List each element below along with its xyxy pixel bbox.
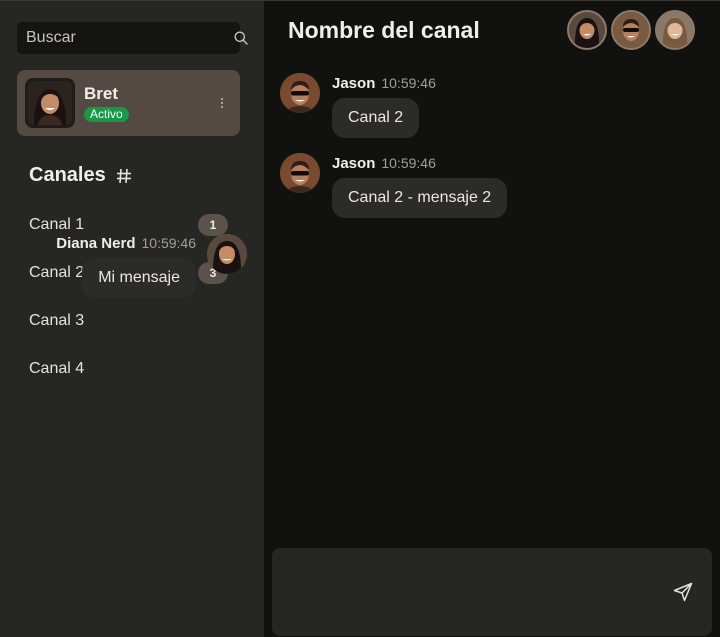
channel-item-canal-4[interactable]: Canal 4 xyxy=(0,345,264,393)
message-composer xyxy=(272,548,712,636)
message-time: 10:59:46 xyxy=(381,75,436,91)
avatar[interactable] xyxy=(280,73,320,113)
message-author: Jason xyxy=(332,155,376,172)
search-icon[interactable] xyxy=(233,30,249,46)
message-header: Jason 10:59:46 xyxy=(332,155,436,173)
avatar xyxy=(25,78,75,128)
channel-members xyxy=(567,10,695,50)
user-avatar-image xyxy=(28,81,72,125)
message-bubble: Canal 2 xyxy=(332,98,420,138)
hash-icon[interactable] xyxy=(116,167,132,185)
message-time: 10:59:46 xyxy=(381,155,436,171)
unread-count-badge: 1 xyxy=(198,214,228,236)
message-bubble: Mi mensaje xyxy=(82,258,196,298)
channel-label: Canal 2 xyxy=(29,264,85,281)
user-info: Bret Activo xyxy=(84,84,212,123)
search-input[interactable] xyxy=(26,29,233,47)
send-icon[interactable] xyxy=(672,581,694,603)
message-author: Diana Nerd xyxy=(56,235,136,252)
channel-item-canal-3[interactable]: Canal 3 xyxy=(0,297,264,345)
message-bubble: Canal 2 - mensaje 2 xyxy=(332,178,508,218)
avatar[interactable] xyxy=(280,153,320,193)
chat-main: Nombre del canal Jason 10:59:46 Canal 2 xyxy=(56,0,720,637)
member-avatar-woman[interactable] xyxy=(567,10,607,50)
member-avatar-man[interactable] xyxy=(611,10,651,50)
member-avatar-woman-2[interactable] xyxy=(655,10,695,50)
sidebar: Bret Activo Canales Canal 1 1 Canal 2 3 xyxy=(0,0,264,637)
current-user-card[interactable]: Bret Activo xyxy=(17,70,240,136)
channel-label: Canal 4 xyxy=(29,360,85,377)
search-box[interactable] xyxy=(17,22,248,54)
channel-label: Canal 1 xyxy=(29,216,85,233)
page-title: Nombre del canal xyxy=(288,17,480,43)
channels-title: Canales xyxy=(29,164,106,186)
user-name: Bret xyxy=(84,83,119,103)
message-time: 10:59:46 xyxy=(141,235,197,251)
chat-app: Bret Activo Canales Canal 1 1 Canal 2 3 xyxy=(0,0,720,637)
more-vertical-icon[interactable] xyxy=(212,91,232,115)
channels-heading: Canales xyxy=(29,164,132,187)
message-header: Diana Nerd 10:59:46 xyxy=(56,235,196,253)
message-header: Jason 10:59:46 xyxy=(332,75,436,93)
status-badge: Activo xyxy=(84,106,129,122)
message-author: Jason xyxy=(332,75,376,92)
channel-label: Canal 3 xyxy=(29,312,85,329)
message-input[interactable] xyxy=(284,560,664,624)
avatar[interactable] xyxy=(207,234,247,274)
